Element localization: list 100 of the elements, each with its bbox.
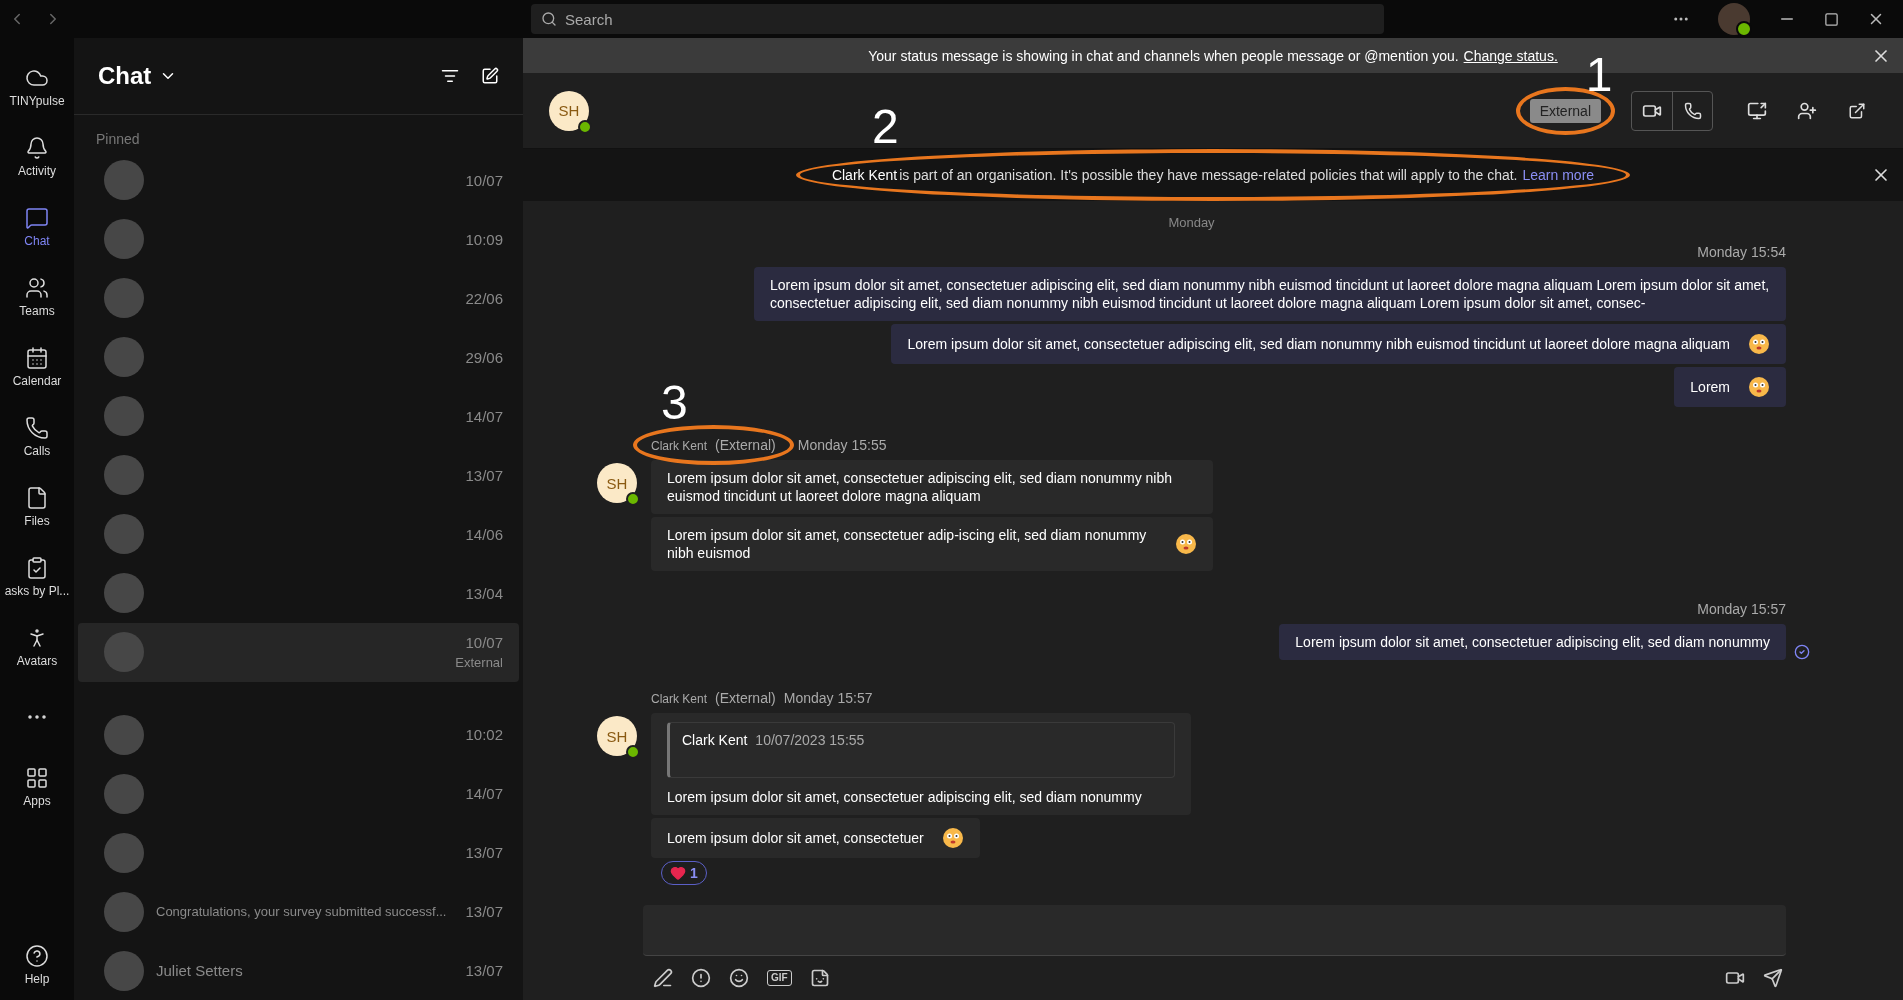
message-text: Lorem ipsum dolor sit amet, consectetuer adipiscing elit, sed diam nonummy nibh euismod tincidunt ut laoreet dolore magna aliquam Lorem ipsum dolor sit amet, consectetuer adipiscing elit, sed diam nonummy nibh euismod tincidunt ut laoreet dolore magna aliquam Lorem ipsum dolor sit amet, consec- [770,276,1770,312]
emoji-picker-icon[interactable] [729,968,749,988]
chat-row[interactable]: 10:02 [78,705,519,765]
banner-name: Clark Kent [831,167,898,183]
chat-row[interactable]: Juliet Setters 13/07 [78,941,519,1000]
message-time: Monday 15:55 [797,437,887,453]
search-placeholder: Search [565,10,613,28]
chat-row[interactable]: 14/07 [78,386,519,446]
banner-text: is part of an organisation. It's possible they have message-related policies that will apply to the chat. [899,167,1518,183]
annotation-number: 1 [1585,50,1613,99]
message-text: Lorem ipsum dolor sit amet, consectetuer adip-iscing elit, sed diam nonummy nibh euismod [667,526,1148,562]
annotation-number: 2 [871,103,899,151]
banner-text: Your status message is showing in chat and channels when people message or @mention you. [868,47,1459,64]
message-bubble[interactable]: Lorem [1674,367,1786,407]
chat-date: 13/04 [465,584,503,602]
rail-item[interactable]: Chat [0,192,74,262]
message-text: Lorem ipsum dolor sit amet, consectetuer adipiscing elit, sed diam nonummy [667,788,1142,806]
chat-row[interactable]: 14/06 [78,504,519,564]
message-bubble[interactable]: Clark Kent 10/07/2023 15:55 Lorem ipsum dolor sit amet, consectetuer adipiscing elit, sed diam nonummy [651,713,1191,815]
search-field[interactable]: Search [531,4,1384,34]
sender-avatar[interactable]: SH [597,716,637,756]
avatar-placeholder [104,337,144,378]
chat-row[interactable]: 14/07 [78,764,519,824]
avatar-placeholder [104,891,144,932]
priority-icon[interactable] [691,968,711,988]
pop-out-icon [1848,101,1866,120]
checklist-icon [25,556,49,580]
message-bubble[interactable]: Lorem ipsum dolor sit amet, consectetuer adipiscing elit, sed diam nonummy nibh euismod tincidunt ut laoreet dolore magna aliquam [891,324,1786,364]
message-time: Monday 15:57 [1697,601,1786,617]
message-text: Lorem [1690,378,1730,396]
chat-row[interactable]: 13/07 [78,445,519,505]
share-screen-icon [1747,100,1767,121]
chat-preview: Congratulations, your survey submitted successf... [156,903,448,920]
avatar-placeholder [104,278,144,319]
external-label: (External) [715,690,776,706]
chat-row[interactable]: 10:09 [78,209,519,269]
rail-item[interactable]: Apps [0,752,74,822]
rail-item[interactable]: Teams [0,262,74,332]
restore-icon[interactable] [1824,11,1839,27]
chat-row[interactable]: 10/07 External [78,622,519,682]
rail-item[interactable]: Avatars [0,612,74,682]
chat-row[interactable]: 22/06 [78,268,519,328]
chat-date: 13/07 [465,844,503,862]
avatar-placeholder [104,455,144,496]
chat-date: 10/07 [465,634,503,652]
contact-avatar[interactable]: SH [549,90,589,131]
chat-name: Juliet Setters [156,962,244,980]
learn-more-link[interactable]: Learn more [1522,167,1595,183]
gif-button[interactable]: GIF [767,970,792,986]
chat-date: 13/07 [465,466,503,484]
message-input[interactable] [643,905,1786,956]
message-bubble[interactable] [754,267,1786,321]
sender-avatar[interactable]: SH [597,463,637,503]
rail-item[interactable]: TINYpulse [0,52,74,122]
people-icon [25,276,49,300]
chat-row[interactable]: Congratulations, your survey submitted successf... 13/07 [78,882,519,942]
new-chat-icon[interactable] [481,66,499,85]
message-bubble[interactable]: Lorem ipsum dolor sit amet, consectetuer adip-iscing elit, sed diam nonummy nibh euismod [651,517,1213,571]
format-icon[interactable] [653,968,673,988]
chat-date: 13/07 [465,962,503,980]
message-time: Monday 15:57 [783,690,873,706]
send-icon[interactable] [1763,968,1783,988]
message-bubble[interactable]: Lorem ipsum dolor sit amet, consectetuer adipiscing elit, sed diam nonummy [1279,624,1786,660]
chat-date: 22/06 [465,289,503,307]
section-label: Pinned [96,130,140,147]
file-icon [25,486,49,510]
profile-avatar[interactable] [1718,3,1750,35]
avatar-placeholder [104,832,144,873]
rail-item[interactable]: Calls [0,402,74,472]
sender-name: Clark Kent [651,439,708,453]
apps-icon [25,766,49,790]
annotation-number: 3 [661,379,688,427]
chat-row[interactable]: 13/04 [78,563,519,623]
quoted-message[interactable]: Clark Kent 10/07/2023 15:55 [667,722,1175,778]
rail-item[interactable]: Activity [0,122,74,192]
message-bubble[interactable]: Lorem ipsum dolor sit amet, consectetuer [651,818,980,858]
change-status-link[interactable]: Change status. [1463,47,1558,64]
message-text: Lorem ipsum dolor sit amet, consectetuer adipiscing elit, sed diam nonummy [1295,633,1770,651]
sticker-icon[interactable] [809,968,830,988]
chat-row[interactable]: 13/07 [78,823,519,883]
chat-date: 29/06 [465,348,503,366]
chat-icon [25,206,49,230]
rail-item[interactable]: Calendar [0,332,74,402]
rail-item[interactable]: Files [0,472,74,542]
list-title: Chat [98,61,152,90]
message-bubble[interactable]: Lorem ipsum dolor sit amet, consectetuer adipiscing elit, sed diam nonummy nibh euismod tincidunt ut laoreet dolore magna aliquam [651,460,1213,514]
avatar-placeholder [104,160,144,201]
external-badge: External [1529,98,1601,123]
chat-row[interactable]: 29/06 [78,327,519,387]
rail-item[interactable]: asks by Pl... [0,542,74,612]
chat-row[interactable]: 10/07 [78,150,519,210]
day-divider: Monday [1168,215,1215,230]
chat-date: 10/07 [465,171,503,189]
avatar-placeholder [104,773,144,814]
help-item[interactable]: Help [0,930,74,1000]
phone-icon [1683,101,1702,120]
avatar-placeholder [104,219,144,260]
avatar-placeholder [104,632,144,673]
avatar-placeholder [104,396,144,437]
message-text: Lorem ipsum dolor sit amet, consectetuer adipiscing elit, sed diam nonummy nibh euismod tincidunt ut laoreet dolore magna aliquam [667,469,1174,505]
